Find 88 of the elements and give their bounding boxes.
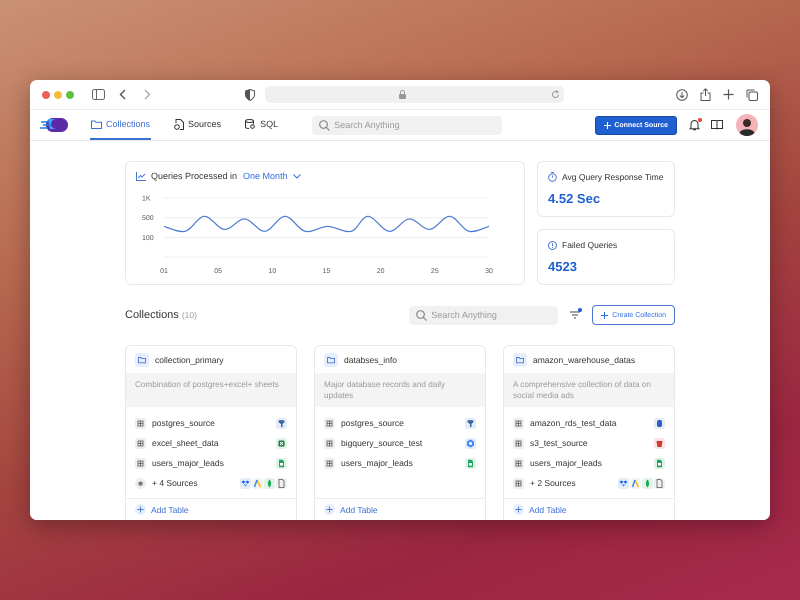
source-name: amazon_rds_test_data [530,418,616,428]
chevron-down-icon [292,174,301,178]
chart-title: Queries Processed in [151,171,238,181]
file-icon [654,478,665,488]
table-icon [135,418,146,428]
cloud-logo-icon[interactable] [40,117,68,133]
collection-card[interactable]: collection_primary Combination of postgres+excel+ sheets postgres_source excel_sheet_data users_major_leads + 4 Sources Add Table [125,345,297,520]
stat-label: Failed Queries [562,240,618,250]
collection-description: Major database records and daily updates [315,373,485,407]
folder-icon [513,352,527,366]
book-icon[interactable] [711,120,723,130]
table-icon [513,458,524,468]
plus-icon [324,504,335,515]
avatar-icon[interactable] [736,114,758,136]
section-title: Collections [125,309,179,321]
filter-icon[interactable] [570,311,580,319]
folder-icon [135,352,149,366]
source-name: users_major_leads [152,458,224,468]
stat-value: 4523 [548,259,578,274]
nav-tab[interactable]: SQL [244,110,280,140]
collection-card[interactable]: amazon_warehouse_datas A comprehensive collection of data on social media ads amazon_rds_test_data s3_test_source users_major_leads + 2 Sources Add Table [503,345,675,520]
table-icon [135,438,146,448]
back-icon[interactable] [119,89,126,100]
source-name: excel_sheet_data [152,438,219,448]
stat-label: Avg Query Response Time [562,172,664,182]
source-name: + 2 Sources [530,478,576,488]
leaf-icon [642,478,653,488]
table-icon [324,438,335,448]
stopwatch-icon [548,172,557,182]
source-name: users_major_leads [530,458,602,468]
add-table-link[interactable]: Add Table [135,504,189,515]
search-field[interactable]: Search Anything [312,116,502,134]
share-icon[interactable] [700,88,711,101]
chart-icon [136,172,146,180]
bell-icon[interactable] [689,119,700,131]
window-controls-icon[interactable] [42,90,74,98]
plus-icon [604,122,612,128]
source-name: + 4 Sources [152,478,198,488]
bucket-icon [654,438,665,448]
document-icon [276,458,287,468]
table-icon [324,418,335,428]
cylinder-icon [654,418,665,428]
add-table-link[interactable]: Add Table [324,504,378,515]
plus-icon [513,504,524,515]
file-icon [276,478,287,488]
sidebar-icon[interactable] [92,89,105,100]
file-gear-icon [174,118,184,130]
table-icon [513,418,524,428]
source-name: postgres_source [341,418,404,428]
tabs-icon[interactable] [746,88,758,100]
plus-icon[interactable] [723,89,734,100]
collection-description: Combination of postgres+excel+ sheets [126,373,296,407]
database-search-icon [245,118,256,130]
nav-tab[interactable]: Sources [173,110,222,140]
source-name: bigquery_source_test [341,438,422,448]
lock-icon [399,90,406,99]
download-icon[interactable] [676,88,688,100]
table-icon [135,458,146,468]
folder-icon [91,120,102,128]
search-field[interactable]: Search Anything [409,306,558,324]
table-icon [324,458,335,468]
source-name: users_major_leads [341,458,413,468]
hexagon-icon [465,438,476,448]
source-name: s3_test_source [530,438,588,448]
collection-name: amazon_warehouse_datas [533,354,636,364]
document-icon [654,458,665,468]
period-dropdown[interactable]: One Month [243,171,301,181]
collection-description: A comprehensive collection of data on social media ads [504,373,674,407]
plus-icon [135,504,146,515]
collection-name: collection_primary [155,354,224,364]
layers-icon [135,478,146,488]
stat-value: 4.52 Sec [548,191,602,206]
folder-icon [324,352,338,366]
document-icon [465,458,476,468]
table-icon [513,438,524,448]
plus-icon [601,312,608,318]
table-icon [513,478,524,488]
shield-icon[interactable] [245,88,255,100]
spreadsheet-icon [276,438,287,448]
info-icon [548,240,557,250]
collection-count: (10) [182,310,197,320]
add-table-link[interactable]: Add Table [513,504,567,515]
collection-name: databses_info [344,354,397,364]
leaf-icon [264,478,275,488]
box-icon [618,478,629,488]
source-name: postgres_source [152,418,215,428]
box-icon [240,478,251,488]
collection-card[interactable]: databses_info Major database records and daily updates postgres_source bigquery_source_test users_major_leads Add Table [314,345,486,520]
